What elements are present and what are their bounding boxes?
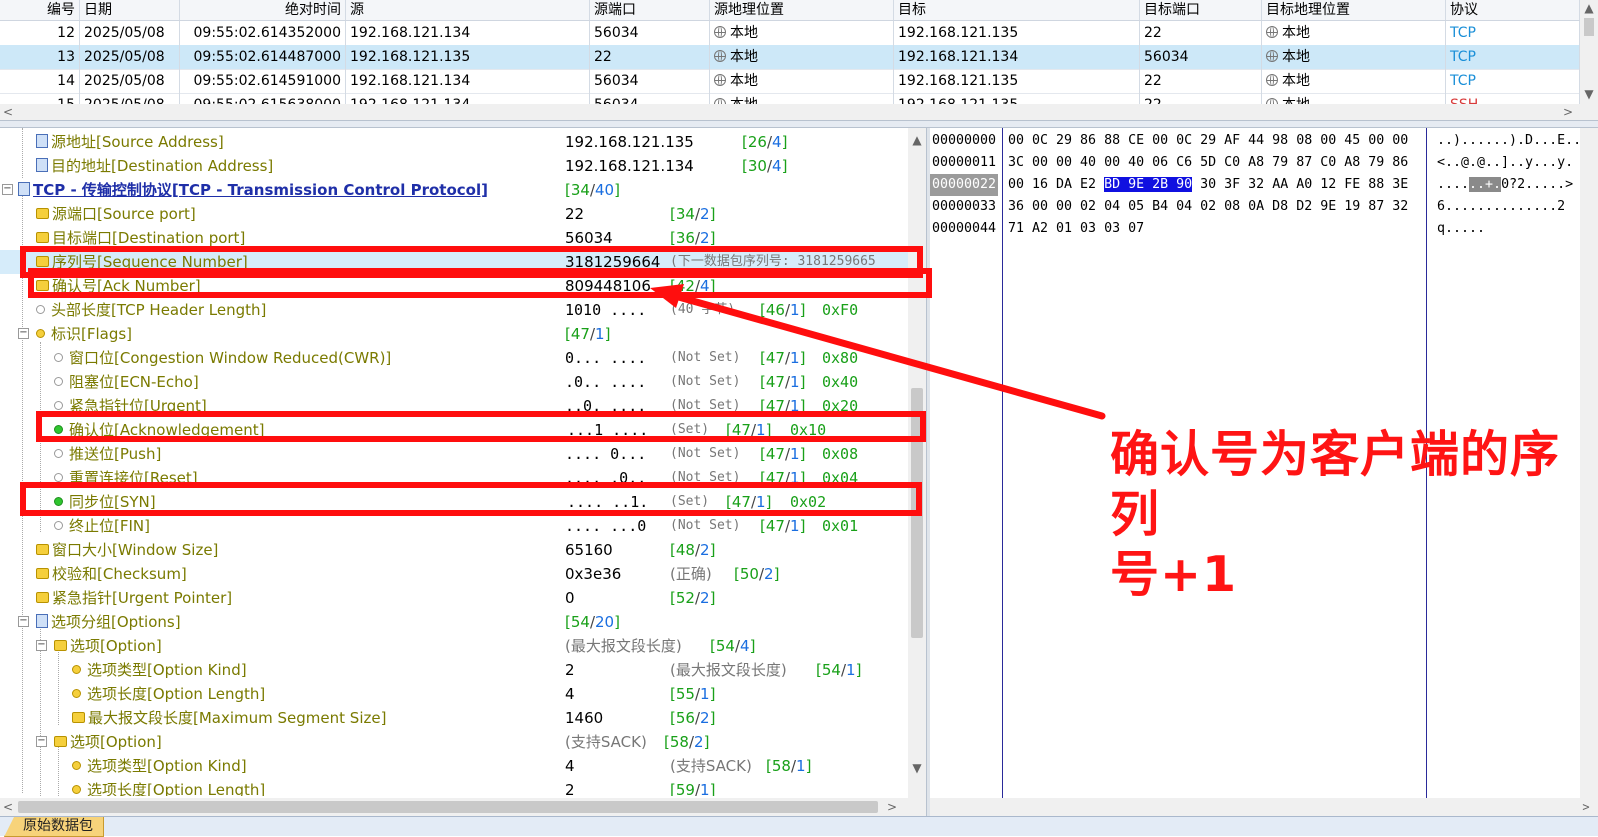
- arrow-shaft: [664, 290, 1106, 420]
- annotation-arrow: [650, 284, 1106, 420]
- annotation-line-1: 确认号为客户端的序列: [1110, 426, 1561, 543]
- annotation-line-2: 号+1: [1110, 546, 1238, 603]
- annotation-text: 确认号为客户端的序列 号+1: [1110, 425, 1590, 605]
- arrow-head-icon: [650, 284, 684, 308]
